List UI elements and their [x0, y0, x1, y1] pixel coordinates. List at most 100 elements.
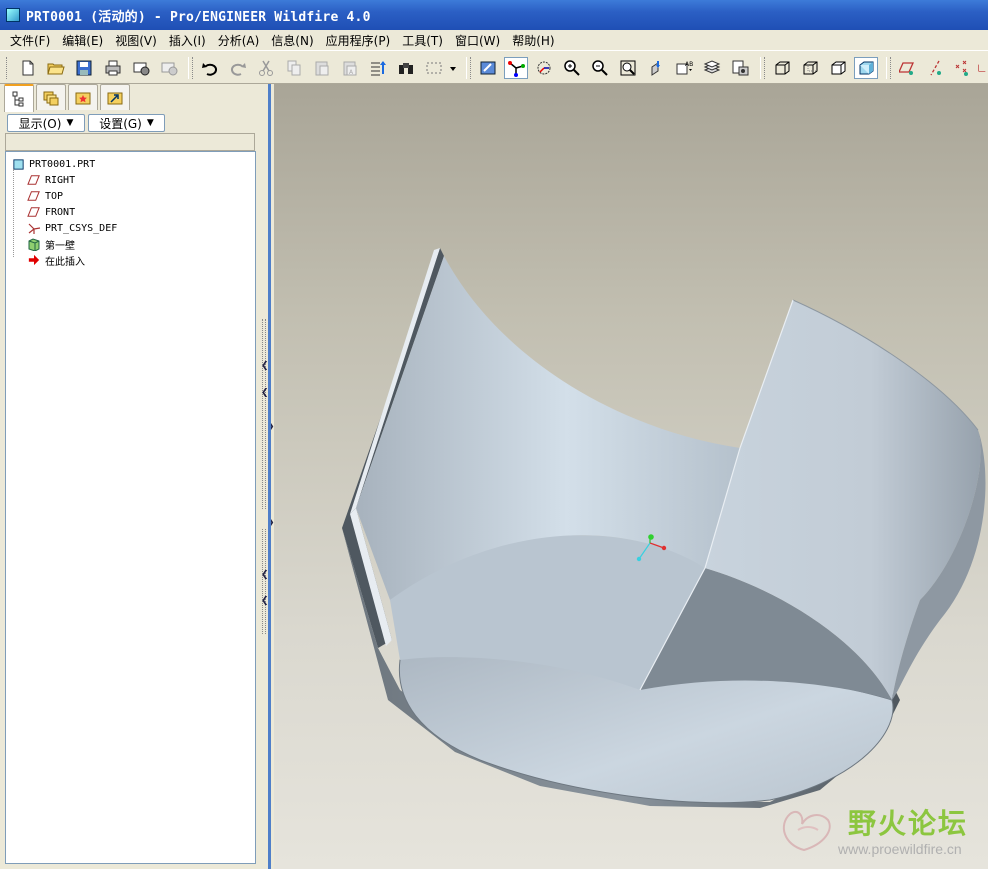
toolbar-grip-3[interactable] — [470, 57, 473, 79]
shading-icon[interactable] — [854, 57, 878, 79]
tree-item-label: PRT0001.PRT — [29, 158, 96, 170]
watermark-url: www.proewildfire.cn — [838, 841, 962, 857]
wireframe-icon[interactable] — [770, 57, 794, 79]
cut-icon[interactable] — [254, 57, 278, 79]
save-icon[interactable] — [72, 57, 96, 79]
reorient-icon[interactable] — [644, 57, 668, 79]
svg-text:AB: AB — [685, 61, 693, 68]
tree-item-csys[interactable]: PRT_CSYS_DEF — [26, 220, 117, 236]
show-dropdown[interactable]: 显示(O) ▼ — [7, 114, 85, 132]
tree-item-label: PRT_CSYS_DEF — [45, 222, 118, 234]
paste-special-icon[interactable]: A — [338, 57, 362, 79]
new-icon[interactable] — [16, 57, 40, 79]
toolbar-grip-4[interactable] — [764, 57, 767, 79]
tab-connections[interactable] — [100, 84, 130, 110]
menu-file[interactable]: 文件(F) — [4, 32, 56, 49]
tab-folder-browser[interactable] — [36, 84, 66, 110]
tree-item-wall[interactable]: 第一壁 — [26, 236, 75, 252]
view-manager-icon[interactable] — [728, 57, 752, 79]
tree-item-label: RIGHT — [45, 174, 76, 186]
tab-model-tree[interactable] — [4, 84, 34, 112]
show-dropdown-label: 显示(O) — [18, 116, 62, 131]
saved-views-icon[interactable]: AB — [672, 57, 696, 79]
repaint-icon[interactable] — [476, 57, 500, 79]
refit-icon[interactable] — [616, 57, 640, 79]
datum-planes-icon[interactable] — [896, 57, 920, 79]
menu-applications[interactable]: 应用程序(P) — [320, 32, 397, 49]
orient-icon[interactable] — [532, 57, 556, 79]
regenerate-icon[interactable] — [366, 57, 390, 79]
find-icon[interactable] — [394, 57, 418, 79]
settings-dropdown[interactable]: 设置(G) ▼ — [88, 114, 165, 132]
spin-center-icon[interactable] — [504, 57, 528, 79]
hidden-line-icon[interactable] — [798, 57, 822, 79]
layers-icon[interactable] — [700, 57, 724, 79]
tree-item-part[interactable]: PRT0001.PRT — [10, 156, 95, 172]
chevron-down-icon: ▼ — [146, 118, 154, 128]
tree-item-label: FRONT — [45, 206, 76, 218]
title-bar: PRT0001 (活动的) - Pro/ENGINEER Wildfire 4.… — [0, 0, 988, 30]
insert-here-arrow-icon — [26, 253, 42, 267]
app-icon — [6, 8, 20, 22]
watermark-logo-icon — [782, 810, 831, 852]
menu-bar: 文件(F) 编辑(E) 视图(V) 插入(I) 分析(A) 信息(N) 应用程序… — [0, 30, 988, 50]
tree-item-right[interactable]: RIGHT — [26, 172, 75, 188]
zoom-in-icon[interactable] — [560, 57, 584, 79]
email-icon[interactable] — [129, 57, 153, 79]
sheetmetal-model[interactable] — [274, 84, 988, 869]
splitter-grip-lower[interactable] — [262, 529, 266, 634]
zoom-out-icon[interactable] — [588, 57, 612, 79]
splitter-grip[interactable] — [262, 319, 266, 509]
graphics-window[interactable]: 野火论坛 www.proewildfire.cn — [274, 84, 988, 869]
menu-analysis[interactable]: 分析(A) — [212, 32, 266, 49]
tree-item-label: TOP — [45, 190, 64, 202]
settings-dropdown-label: 设置(G) — [99, 116, 142, 131]
menu-insert[interactable]: 插入(I) — [163, 32, 212, 49]
tree-item-insert-here[interactable]: 在此插入 — [26, 252, 85, 268]
menu-window[interactable]: 窗口(W) — [449, 32, 506, 49]
toolbar-grip-5[interactable] — [890, 57, 893, 79]
model-tree: PRT0001.PRT RIGHT TOP FRONT PRT_CSYS_DEF… — [5, 151, 256, 864]
tree-connector — [13, 169, 14, 257]
toolbar-grip-2[interactable] — [192, 57, 195, 79]
print-icon[interactable] — [101, 57, 125, 79]
datum-plane-icon — [26, 189, 42, 203]
wall-feature-icon — [26, 237, 42, 251]
coordinate-system-icon — [26, 221, 42, 235]
favorites-icon — [75, 92, 91, 104]
redo-icon[interactable] — [226, 57, 250, 79]
menu-help[interactable]: 帮助(H) — [506, 32, 560, 49]
tree-column-header[interactable] — [5, 133, 255, 151]
select-box-icon[interactable] — [422, 57, 446, 79]
tree-item-front[interactable]: FRONT — [26, 204, 75, 220]
menu-edit[interactable]: 编辑(E) — [56, 32, 109, 49]
window-title: PRT0001 (活动的) - Pro/ENGINEER Wildfire 4.… — [26, 9, 371, 25]
tab-favorites[interactable] — [68, 84, 98, 110]
datum-points-icon[interactable] — [950, 57, 974, 79]
open-icon[interactable] — [44, 57, 68, 79]
menu-info[interactable]: 信息(N) — [265, 32, 319, 49]
undo-icon[interactable] — [198, 57, 222, 79]
model-tree-icon — [12, 91, 24, 107]
copy-icon[interactable] — [282, 57, 306, 79]
tree-item-label: 在此插入 — [45, 256, 85, 268]
email-open-icon[interactable] — [157, 57, 181, 79]
csys-icon[interactable] — [976, 57, 988, 79]
paste-icon[interactable] — [310, 57, 334, 79]
panel-tabs — [4, 84, 132, 112]
tree-item-label: 第一壁 — [45, 240, 75, 252]
viewport-border — [268, 84, 271, 869]
chevron-down-icon: ▼ — [66, 118, 74, 128]
csys-marker-icon — [636, 534, 667, 562]
connections-icon — [107, 92, 123, 104]
datum-axes-icon[interactable] — [924, 57, 948, 79]
menu-tools[interactable]: 工具(T) — [396, 32, 449, 49]
menu-view[interactable]: 视图(V) — [109, 32, 163, 49]
no-hidden-icon[interactable] — [826, 57, 850, 79]
folder-browser-icon — [43, 91, 59, 105]
toolbar-grip[interactable] — [6, 57, 9, 79]
datum-plane-icon — [26, 205, 42, 219]
select-dropdown-icon[interactable] — [446, 57, 460, 79]
model-tree-panel: 显示(O) ▼ 设置(G) ▼ PRT0001.PRT RIGHT TOP FRON… — [0, 84, 262, 869]
tree-item-top[interactable]: TOP — [26, 188, 63, 204]
